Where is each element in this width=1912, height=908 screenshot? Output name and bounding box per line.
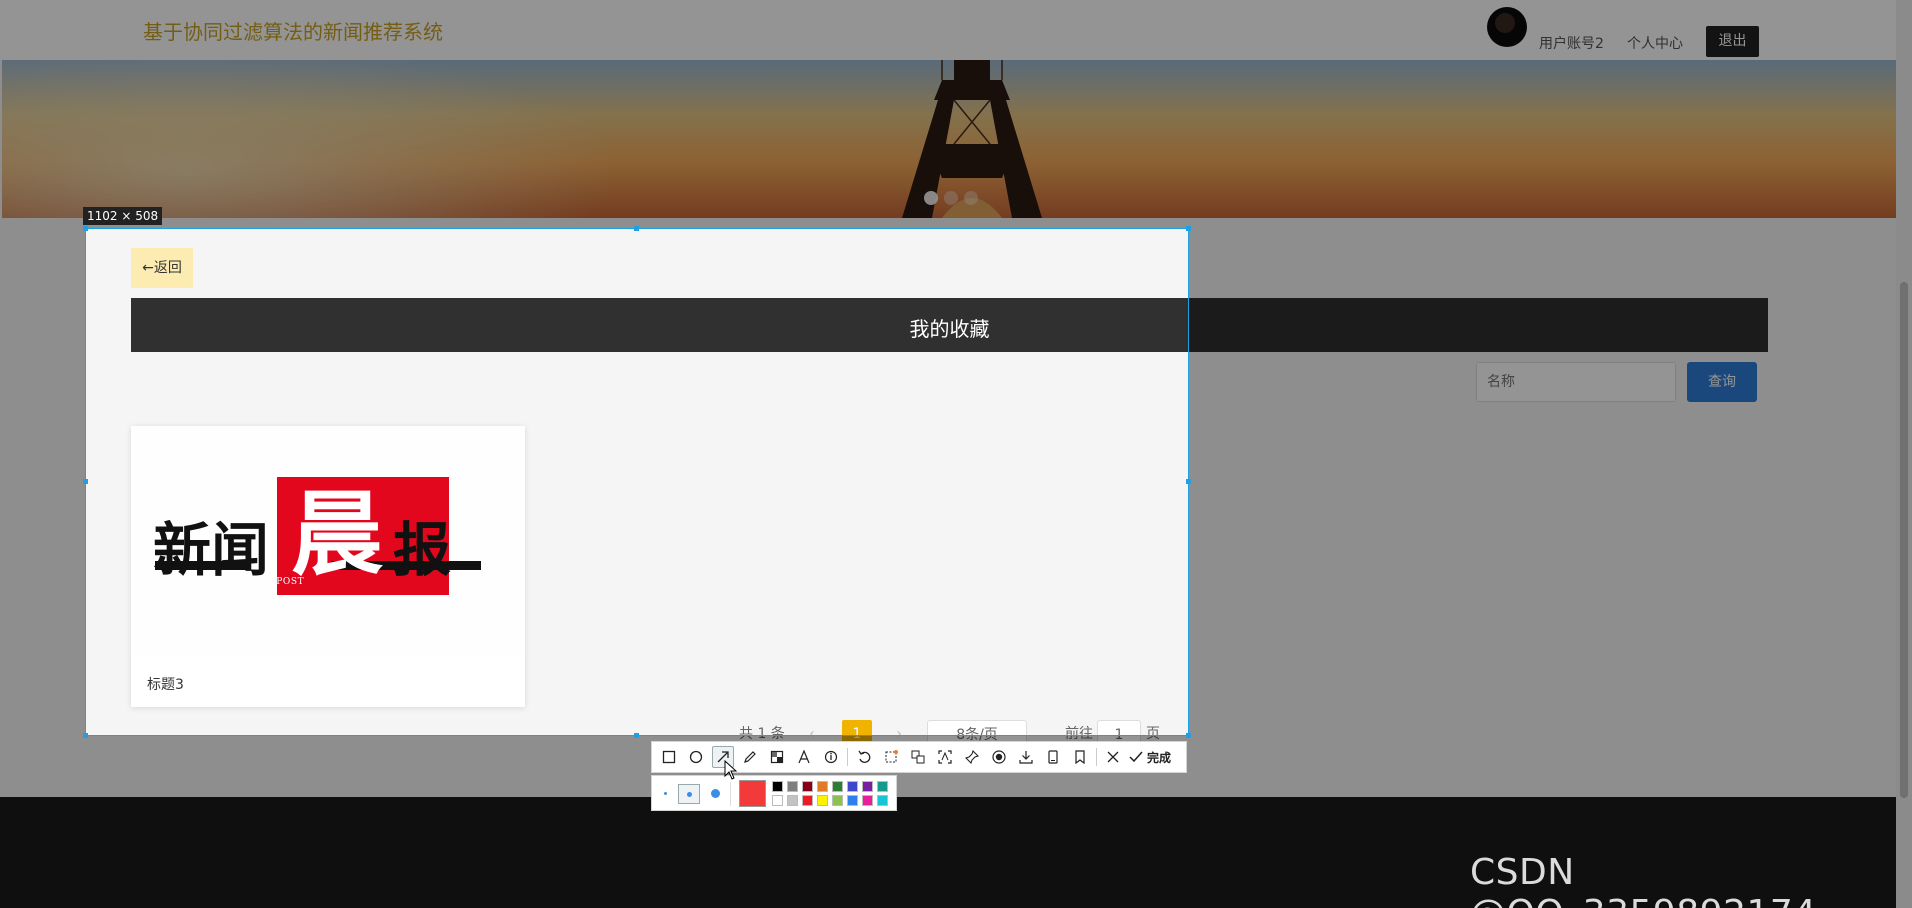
translate-icon[interactable] bbox=[907, 746, 929, 768]
resize-handle[interactable] bbox=[83, 733, 88, 738]
resize-handle[interactable] bbox=[634, 733, 639, 738]
undo-icon[interactable] bbox=[853, 746, 875, 768]
csdn-watermark: CSDN @QQ_3359892174 bbox=[1470, 852, 1816, 908]
rectangle-tool-icon[interactable] bbox=[658, 746, 680, 768]
resize-handle[interactable] bbox=[1186, 226, 1191, 231]
color-swatch[interactable] bbox=[877, 795, 888, 806]
pin-icon[interactable] bbox=[961, 746, 983, 768]
text-tool-icon[interactable] bbox=[793, 746, 815, 768]
color-swatch[interactable] bbox=[862, 795, 873, 806]
done-label: 完成 bbox=[1147, 750, 1172, 765]
bookmark-icon[interactable] bbox=[1069, 746, 1091, 768]
current-color-swatch[interactable] bbox=[739, 780, 766, 807]
resize-handle[interactable] bbox=[634, 226, 639, 231]
color-swatch[interactable] bbox=[877, 781, 888, 792]
ellipse-tool-icon[interactable] bbox=[685, 746, 707, 768]
color-swatch[interactable] bbox=[832, 795, 843, 806]
color-swatch[interactable] bbox=[817, 795, 828, 806]
capture-dim-overlay bbox=[1189, 228, 1912, 736]
color-swatch[interactable] bbox=[862, 781, 873, 792]
color-swatch[interactable] bbox=[802, 781, 813, 792]
capture-dim-overlay bbox=[0, 0, 1912, 228]
done-button[interactable]: 完成 bbox=[1129, 749, 1171, 766]
color-swatch[interactable] bbox=[787, 795, 798, 806]
pen-tool-icon[interactable] bbox=[739, 746, 761, 768]
mosaic-tool-icon[interactable] bbox=[766, 746, 788, 768]
close-icon[interactable] bbox=[1102, 746, 1124, 768]
color-swatch[interactable] bbox=[772, 795, 783, 806]
color-swatch[interactable] bbox=[847, 781, 858, 792]
brush-size-medium-selected[interactable] bbox=[678, 784, 700, 804]
ocr-text-icon[interactable] bbox=[934, 746, 956, 768]
number-marker-tool-icon[interactable] bbox=[820, 746, 842, 768]
toolbar-divider bbox=[847, 748, 848, 766]
color-swatch[interactable] bbox=[802, 795, 813, 806]
record-icon[interactable] bbox=[988, 746, 1010, 768]
brush-dot bbox=[687, 792, 692, 797]
resize-handle[interactable] bbox=[1186, 733, 1191, 738]
color-swatch[interactable] bbox=[817, 781, 828, 792]
color-swatch[interactable] bbox=[832, 781, 843, 792]
resize-handle[interactable] bbox=[83, 226, 88, 231]
toolbar-divider bbox=[1096, 748, 1097, 766]
palette-divider bbox=[730, 782, 731, 806]
mouse-cursor-icon bbox=[724, 760, 738, 780]
color-swatch[interactable] bbox=[787, 781, 798, 792]
brush-size-large[interactable] bbox=[711, 789, 720, 798]
resize-handle[interactable] bbox=[83, 479, 88, 484]
style-palette bbox=[651, 775, 897, 811]
phone-icon[interactable] bbox=[1042, 746, 1064, 768]
color-swatch[interactable] bbox=[772, 781, 783, 792]
resize-handle[interactable] bbox=[1186, 479, 1191, 484]
brush-size-small[interactable] bbox=[664, 792, 667, 795]
check-icon bbox=[1129, 751, 1143, 763]
long-screenshot-icon[interactable] bbox=[880, 746, 902, 768]
capture-dim-overlay bbox=[0, 228, 85, 736]
capture-selection-frame[interactable] bbox=[85, 228, 1189, 736]
color-swatch[interactable] bbox=[847, 795, 858, 806]
selection-size-label: 1102 × 508 bbox=[83, 207, 163, 225]
download-icon[interactable] bbox=[1015, 746, 1037, 768]
